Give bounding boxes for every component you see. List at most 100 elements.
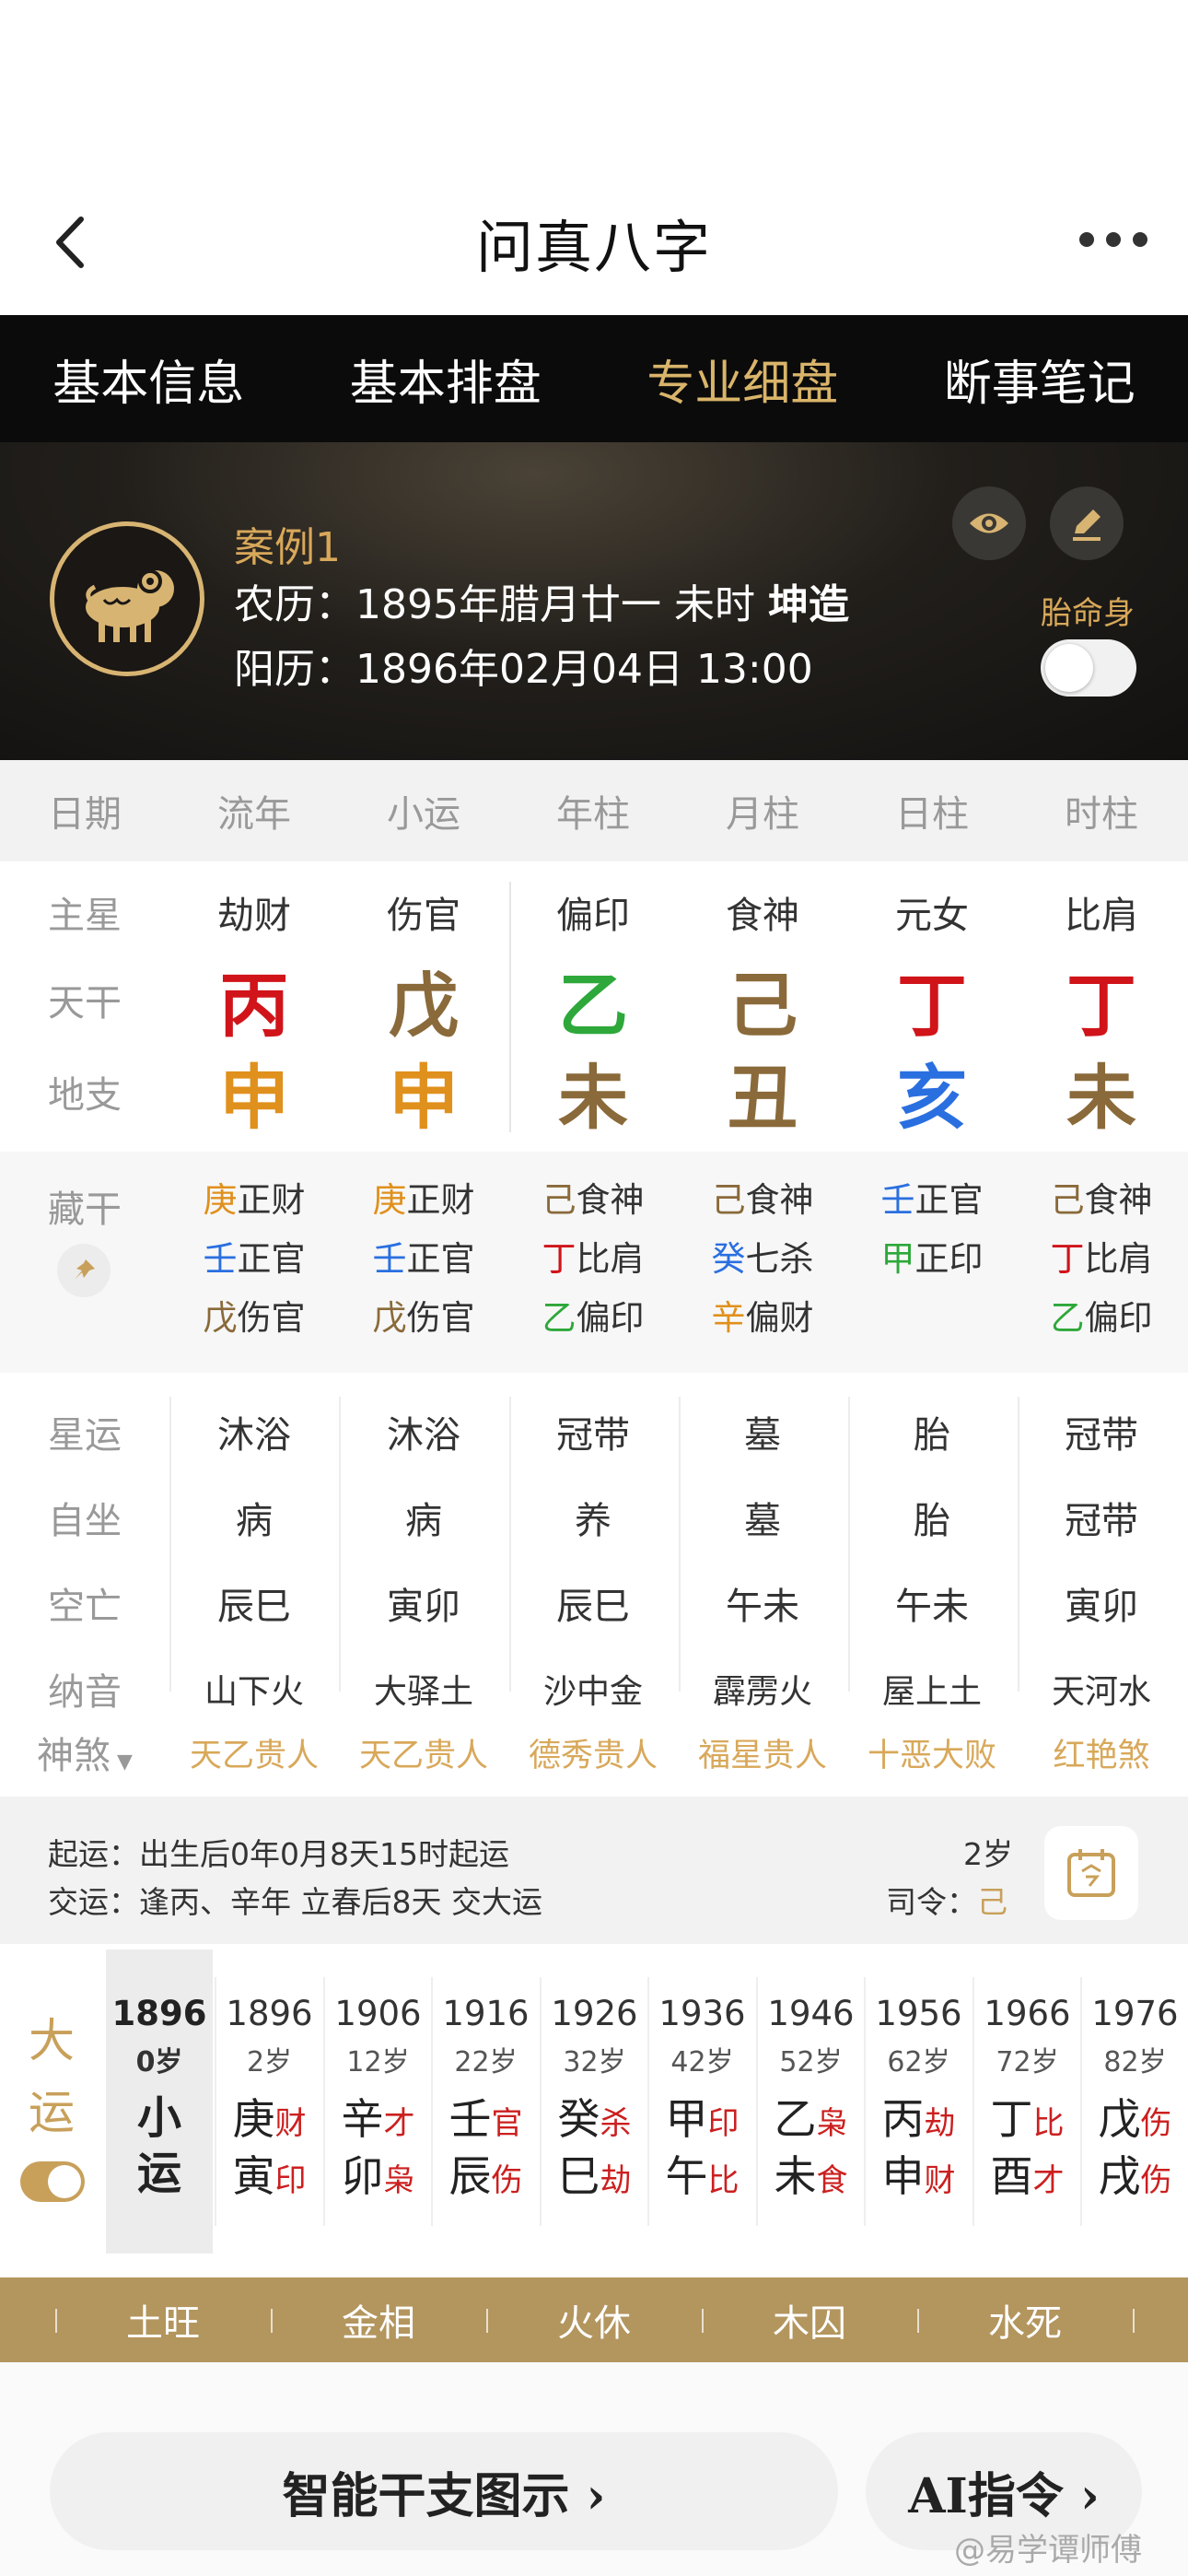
tiangan-cell[interactable]: 丁 xyxy=(1017,949,1186,1050)
dayun-zhi-row: 午比 xyxy=(648,2148,756,2205)
pin-button[interactable] xyxy=(57,1244,111,1297)
canggan-item[interactable]: 丁比肩 xyxy=(508,1236,678,1295)
dayun-gan-shishen: 伤 xyxy=(1140,2105,1172,2142)
canggan-item[interactable]: 辛偏财 xyxy=(678,1295,847,1354)
edit-button[interactable] xyxy=(1050,486,1124,560)
hdr-month-pillar: 月柱 xyxy=(726,793,799,836)
canggan-item[interactable]: 己食神 xyxy=(1017,1177,1186,1236)
tab-bar: 基本信息 基本排盘 专业细盘 断事笔记 xyxy=(0,315,1188,442)
taiming-label: 胎命身 xyxy=(1041,595,1135,632)
canggan-item[interactable]: 甲正印 xyxy=(847,1236,1017,1295)
canggan-stem: 己 xyxy=(711,1180,746,1220)
wuxing-bar: 土旺 金相 火休 木囚 水死 xyxy=(0,2277,1188,2362)
dayun-column[interactable]: 1946 52岁 乙枭 未食 xyxy=(757,1950,865,2254)
tiangan-cell[interactable]: 己 xyxy=(678,949,847,1050)
canggan-item[interactable]: 己食神 xyxy=(508,1177,678,1236)
edit-icon xyxy=(1073,509,1101,541)
dayun-year: 1916 xyxy=(442,1994,530,2033)
canggan-shishen: 偏财 xyxy=(745,1298,814,1338)
zhuxing-cell: 比肩 xyxy=(1065,895,1138,937)
canggan-item[interactable]: 庚正财 xyxy=(169,1177,339,1236)
canggan-item[interactable]: 乙偏印 xyxy=(508,1295,678,1354)
xiaoyun-column[interactable]: 1896 0岁 小 运 xyxy=(106,1950,213,2254)
dayun-column[interactable]: 1896 2岁 庚财 寅印 xyxy=(215,1950,323,2254)
dayun-toggle[interactable] xyxy=(20,2161,85,2202)
eye-icon xyxy=(970,513,1008,533)
dayun-zhi-shishen: 伤 xyxy=(491,2162,523,2199)
dayun-column[interactable]: 1976 82岁 戊伤 戌伤 xyxy=(1081,1950,1188,2254)
canggan-item[interactable]: 丁比肩 xyxy=(1017,1236,1186,1295)
dayun-gan-row: 丁比 xyxy=(973,2090,1081,2148)
hdr-liunian[interactable]: 流年 xyxy=(169,784,339,837)
xingyun-cell: 沐浴 xyxy=(387,1414,460,1457)
dayun-gan: 壬 xyxy=(448,2094,492,2144)
tab-pro-chart[interactable]: 专业细盘 xyxy=(594,315,891,442)
shensha-cell[interactable]: 天乙贵人 xyxy=(169,1729,339,1776)
canggan-item[interactable]: 癸七杀 xyxy=(678,1236,847,1295)
xingyun-cell: 辰巳 xyxy=(556,1586,630,1628)
dayun-column[interactable]: 1926 32岁 癸杀 巳劫 xyxy=(541,1950,648,2254)
canggan-item[interactable]: 壬正官 xyxy=(847,1177,1017,1236)
dayun-column[interactable]: 1936 42岁 甲印 午比 xyxy=(648,1950,756,2254)
dayun-zhi: 申 xyxy=(881,2151,925,2201)
dizhi-cell[interactable]: 丑 xyxy=(678,1041,847,1142)
canggan-item[interactable]: 壬正官 xyxy=(339,1236,508,1295)
dayun-zhi-row: 未食 xyxy=(757,2148,865,2205)
shensha-cell[interactable]: 十恶大败 xyxy=(847,1729,1017,1776)
shensha-cell[interactable]: 福星贵人 xyxy=(678,1729,847,1776)
xingyun-cell: 山下火 xyxy=(204,1673,304,1711)
canggan-item[interactable]: 壬正官 xyxy=(169,1236,339,1295)
dizhi-cell[interactable]: 申 xyxy=(169,1041,339,1142)
shensha-dropdown[interactable]: 神煞 ▼ xyxy=(0,1726,169,1779)
view-button[interactable] xyxy=(952,486,1026,560)
shensha-cell[interactable]: 天乙贵人 xyxy=(339,1729,508,1776)
dayun-column[interactable]: 1956 62岁 丙劫 申财 xyxy=(865,1950,973,2254)
siling: 司令：己 xyxy=(886,1878,1007,1922)
dizhi-cell[interactable]: 未 xyxy=(508,1041,678,1142)
canggan-item[interactable]: 戊伤官 xyxy=(339,1295,508,1354)
zhuxing-cell: 劫财 xyxy=(217,895,291,937)
dayun-age: 12岁 xyxy=(346,2046,410,2078)
tiangan-cell[interactable]: 戊 xyxy=(339,949,508,1050)
dayun-column[interactable]: 1916 22岁 壬官 辰伤 xyxy=(432,1950,540,2254)
canggan-shishen: 比肩 xyxy=(1084,1239,1153,1279)
dizhi-cell[interactable]: 亥 xyxy=(847,1041,1017,1142)
shensha-row: 神煞 ▼ 天乙贵人 天乙贵人 德秀贵人 福星贵人 十恶大败 红艳煞 xyxy=(0,1715,1188,1789)
dayun-gan: 庚 xyxy=(232,2094,275,2144)
calendar-button[interactable] xyxy=(1044,1826,1138,1920)
canggan-item[interactable]: 庚正财 xyxy=(339,1177,508,1236)
tiangan-row: 天干 丙 戊 乙 己 丁 丁 xyxy=(0,954,1188,1047)
tiangan-cell[interactable]: 丙 xyxy=(169,949,339,1050)
dizhi-cell[interactable]: 申 xyxy=(339,1041,508,1142)
smart-ganzhi-button[interactable]: 智能干支图示 › xyxy=(50,2432,838,2550)
hdr-xiaoyun[interactable]: 小运 xyxy=(339,784,508,837)
dayun-zhi-row: 酉才 xyxy=(973,2148,1081,2205)
tab-basic-chart[interactable]: 基本排盘 xyxy=(297,315,595,442)
xingyun-cell: 沙中金 xyxy=(542,1673,643,1711)
dayun-zhi-shishen: 劫 xyxy=(600,2162,632,2199)
xiaoyun-age: 0岁 xyxy=(135,2046,183,2078)
canggan-stem: 乙 xyxy=(542,1298,577,1338)
wuxing-item: 金相 xyxy=(342,2302,415,2345)
canggan-item[interactable]: 乙偏印 xyxy=(1017,1295,1186,1354)
shensha-cell[interactable]: 红艳煞 xyxy=(1017,1729,1186,1776)
dayun-column[interactable]: 1906 12岁 辛才 卯枭 xyxy=(324,1950,432,2254)
tab-basic-info[interactable]: 基本信息 xyxy=(0,315,297,442)
canggan-stem: 戊 xyxy=(203,1298,238,1338)
avatar[interactable] xyxy=(50,521,204,676)
more-button[interactable] xyxy=(1072,212,1155,267)
canggan-item[interactable]: 己食神 xyxy=(678,1177,847,1236)
taiming-toggle[interactable] xyxy=(1041,639,1136,697)
hdr-year-pillar: 年柱 xyxy=(556,793,630,836)
dayun-zhi: 辰 xyxy=(448,2151,492,2201)
dizhi-cell[interactable]: 未 xyxy=(1017,1041,1186,1142)
tab-notes[interactable]: 断事笔记 xyxy=(891,315,1188,442)
shensha-label: 神煞 xyxy=(37,1735,111,1777)
shensha-cell[interactable]: 德秀贵人 xyxy=(508,1729,678,1776)
dayun-column[interactable]: 1966 72岁 丁比 酉才 xyxy=(973,1950,1081,2254)
tiangan-cell[interactable]: 丁 xyxy=(847,949,1017,1050)
wx-divider xyxy=(1133,2309,1135,2333)
case-name: 案例1 xyxy=(234,524,341,571)
canggan-item[interactable]: 戊伤官 xyxy=(169,1295,339,1354)
tiangan-cell[interactable]: 乙 xyxy=(508,949,678,1050)
